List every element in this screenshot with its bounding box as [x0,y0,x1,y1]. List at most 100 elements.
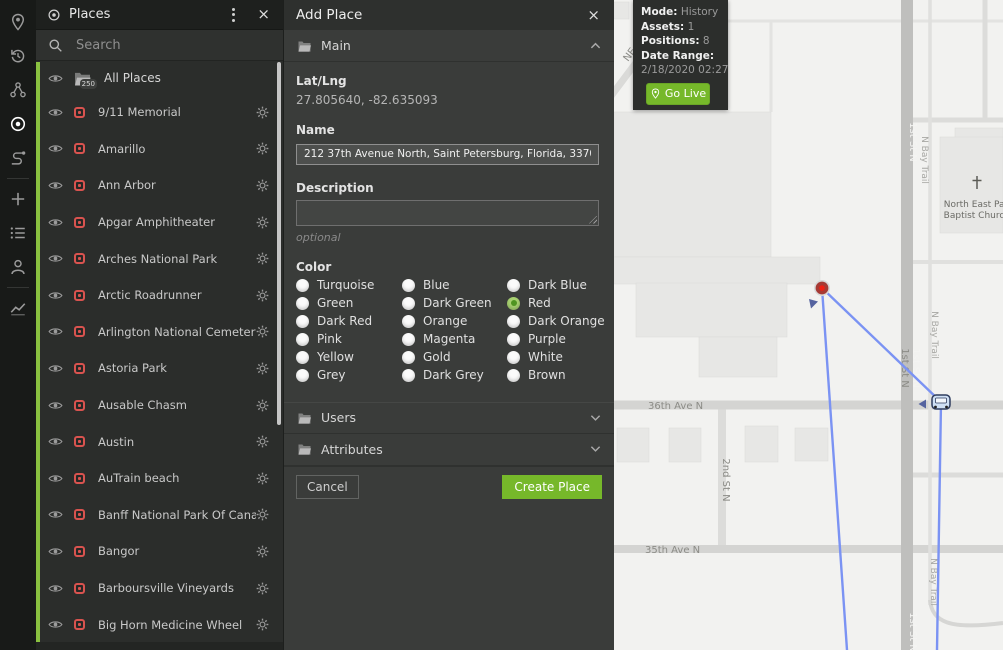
radio-circle-icon [402,369,415,382]
gear-icon[interactable] [256,435,269,448]
chevron-down-icon [590,445,601,453]
place-row[interactable]: Big Horn Medicine Wheel [36,606,283,643]
color-radio[interactable]: Grey [296,369,402,382]
place-row[interactable]: Banff National Park Of Canada [36,497,283,534]
all-places-row[interactable]: 250 All Places [36,62,283,94]
color-radio[interactable]: Green [296,297,402,310]
place-name: Banff National Park Of Canada [98,508,256,522]
color-radio[interactable]: Dark Red [296,315,402,328]
place-marker-icon [74,619,85,630]
gear-icon[interactable] [256,325,269,338]
reports-chart-icon[interactable] [8,298,28,318]
color-radio[interactable]: Gold [402,351,507,364]
add-plus-icon[interactable] [8,189,28,209]
visibility-eye-icon[interactable] [48,509,63,520]
gear-icon[interactable] [256,508,269,521]
color-radio[interactable]: White [507,351,605,364]
radio-circle-icon [507,279,520,292]
map-pin-icon[interactable] [8,12,28,32]
place-row[interactable]: Amarillo [36,131,283,168]
visibility-eye-icon[interactable] [48,107,63,118]
visibility-eye-icon[interactable] [48,546,63,557]
gear-icon[interactable] [256,545,269,558]
place-marker-icon [74,400,85,411]
visibility-eye-icon[interactable] [48,619,63,630]
color-radio[interactable]: Purple [507,333,605,346]
assets-icon[interactable] [8,80,28,100]
color-radio[interactable]: Orange [402,315,507,328]
color-radio[interactable]: Dark Orange [507,315,605,328]
gear-icon[interactable] [256,142,269,155]
place-position-marker[interactable] [815,281,829,295]
add-place-close-icon[interactable]: × [587,8,600,23]
mode-line: Mode: History [641,5,720,20]
color-radio[interactable]: Dark Grey [402,369,507,382]
gear-icon[interactable] [256,216,269,229]
color-radio[interactable]: Pink [296,333,402,346]
visibility-eye-icon[interactable] [48,180,63,191]
visibility-eye-icon[interactable] [48,436,63,447]
gear-icon[interactable] [256,582,269,595]
place-row[interactable]: Astoria Park [36,350,283,387]
visibility-eye-icon[interactable] [48,217,63,228]
visibility-eye-icon[interactable] [48,290,63,301]
visibility-eye-icon[interactable] [48,363,63,374]
color-radio[interactable]: Magenta [402,333,507,346]
gear-icon[interactable] [256,472,269,485]
place-row[interactable]: Arches National Park [36,240,283,277]
gear-icon[interactable] [256,106,269,119]
place-row[interactable]: Arctic Roadrunner [36,277,283,314]
visibility-eye-icon[interactable] [48,473,63,484]
color-radio[interactable]: Turquoise [296,279,402,292]
color-radio[interactable]: Blue [402,279,507,292]
place-marker-icon [74,217,85,228]
track-arrow-icon [809,299,818,309]
description-textarea[interactable] [296,200,599,226]
place-row[interactable]: Barboursville Vineyards [36,570,283,607]
vehicle-marker[interactable] [932,395,950,409]
task-list-icon[interactable] [8,223,28,243]
users-icon[interactable] [8,257,28,277]
color-radio[interactable]: Dark Blue [507,279,605,292]
color-radio[interactable]: Yellow [296,351,402,364]
section-users[interactable]: Users [284,402,614,434]
place-row[interactable]: Austin [36,423,283,460]
place-row[interactable]: Ausable Chasm [36,387,283,424]
gear-icon[interactable] [256,618,269,631]
gear-icon[interactable] [256,179,269,192]
place-row[interactable]: Apgar Amphitheater [36,204,283,241]
gear-icon[interactable] [256,289,269,302]
name-input[interactable] [296,144,599,165]
color-radio[interactable]: Brown [507,369,605,382]
visibility-eye-icon[interactable] [48,326,63,337]
place-row[interactable]: AuTrain beach [36,460,283,497]
color-radio-label: Yellow [317,350,354,364]
places-close-icon[interactable]: × [257,7,270,22]
place-row[interactable]: Arlington National Cemetery [36,314,283,351]
places-scrollbar-thumb[interactable] [277,62,281,425]
visibility-eye-icon[interactable] [48,400,63,411]
search-input[interactable] [76,38,271,53]
section-attributes[interactable]: Attributes [284,434,614,466]
place-row[interactable]: 9/11 Memorial [36,94,283,131]
place-row[interactable]: Bangor [36,533,283,570]
visibility-eye-icon[interactable] [48,583,63,594]
color-radio[interactable]: Red [507,297,605,310]
routes-icon[interactable] [8,148,28,168]
visibility-eye-icon[interactable] [48,253,63,264]
history-icon[interactable] [8,46,28,66]
places-target-icon[interactable] [8,114,28,134]
place-row[interactable]: Ann Arbor [36,167,283,204]
gear-icon[interactable] [256,362,269,375]
section-main[interactable]: Main [284,30,614,62]
gear-icon[interactable] [256,252,269,265]
places-menu-kebab-icon[interactable] [226,4,241,26]
cancel-button[interactable]: Cancel [296,475,359,499]
go-live-button[interactable]: Go Live [646,83,710,105]
color-radio[interactable]: Dark Green [402,297,507,310]
create-place-button[interactable]: Create Place [502,475,602,499]
visibility-eye-icon[interactable] [48,73,63,84]
visibility-eye-icon[interactable] [48,143,63,154]
add-place-panel: Add Place × Main Lat/Lng 27.805640, -82.… [283,0,614,650]
gear-icon[interactable] [256,399,269,412]
